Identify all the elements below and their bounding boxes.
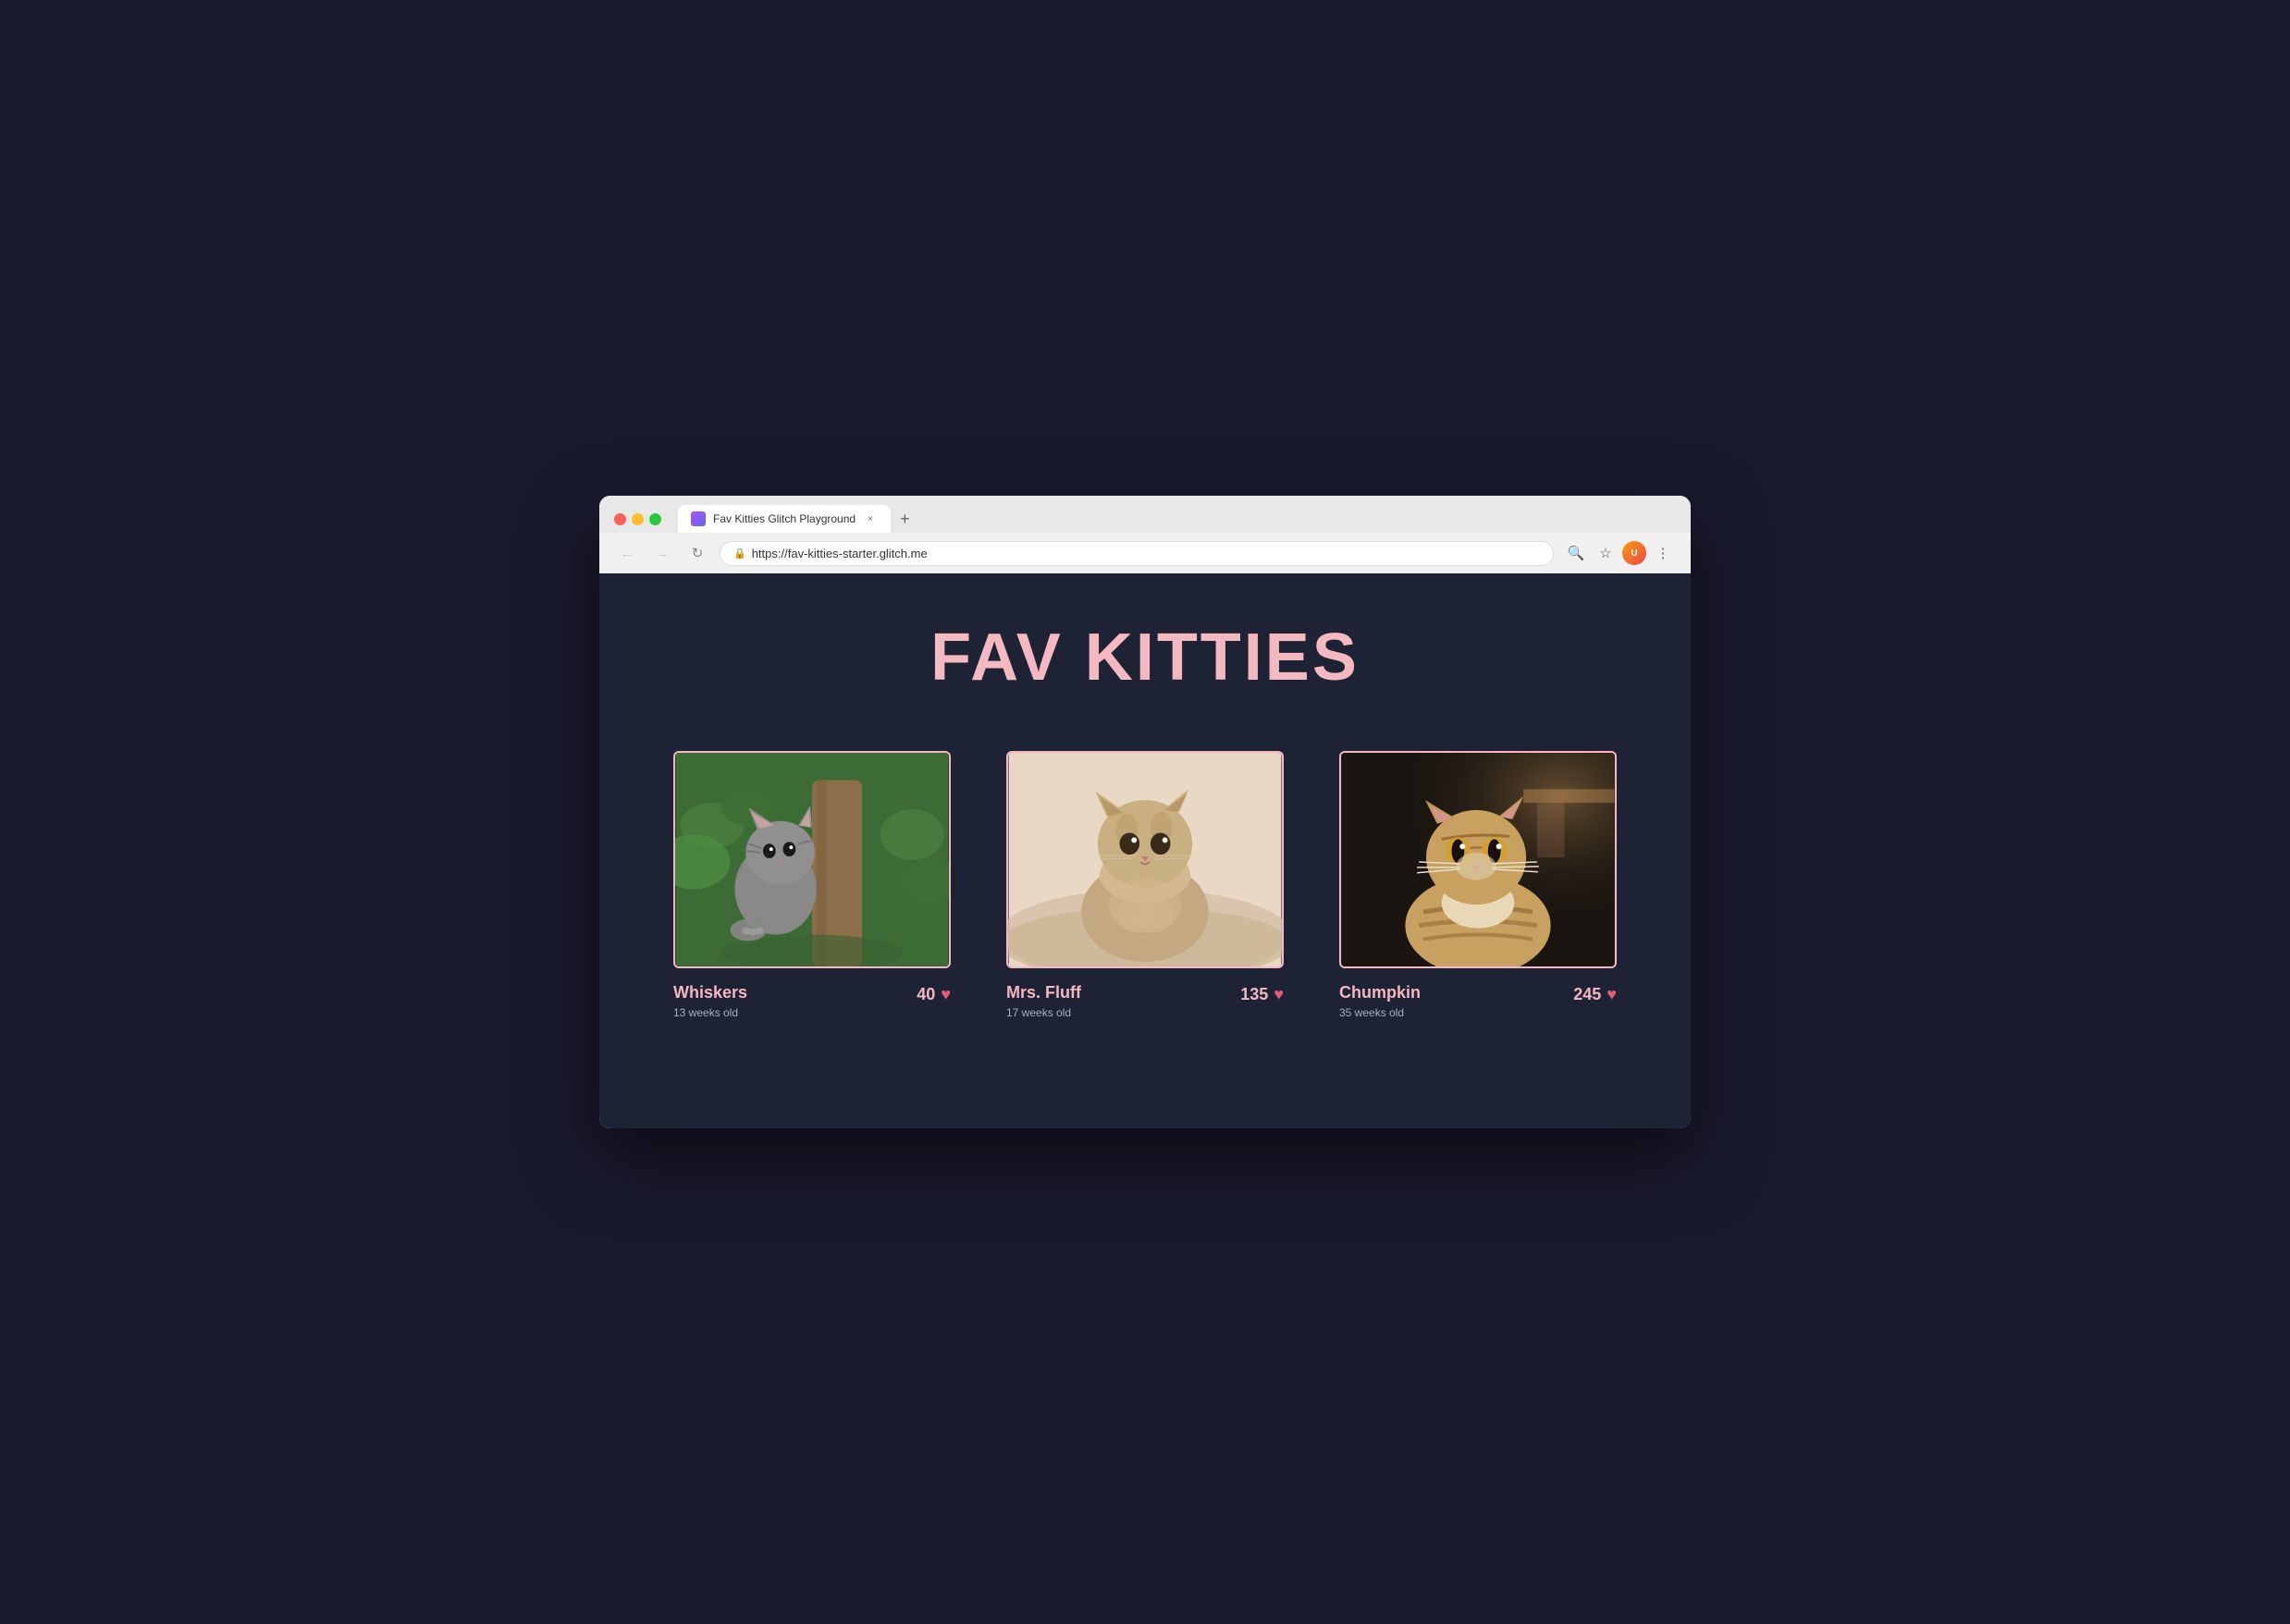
window-controls [614, 513, 661, 525]
cat-image-mrsfluff [1006, 751, 1284, 968]
search-button[interactable]: 🔍 [1563, 540, 1589, 566]
cat-name-age-whiskers: Whiskers 13 weeks old [673, 983, 747, 1019]
address-bar: ← → ↻ 🔒 https://fav-kitties-starter.glit… [599, 533, 1691, 573]
cat-name-chumpkin: Chumpkin [1339, 983, 1421, 1003]
tab-bar: Fav Kitties Glitch Playground × + [678, 505, 917, 533]
cat-card-chumpkin: Chumpkin 35 weeks old 245 ♥ [1339, 751, 1617, 1019]
title-bar: Fav Kitties Glitch Playground × + [599, 496, 1691, 533]
lock-icon: 🔒 [733, 547, 746, 560]
cat-vote-count-chumpkin: 245 [1573, 985, 1601, 1004]
tab-title: Fav Kitties Glitch Playground [713, 512, 856, 525]
search-icon: 🔍 [1568, 545, 1585, 561]
cats-grid: Whiskers 13 weeks old 40 ♥ [673, 751, 1617, 1019]
browser-window: Fav Kitties Glitch Playground × + ← → ↻ … [599, 496, 1691, 1128]
cat-votes-chumpkin[interactable]: 245 ♥ [1573, 983, 1617, 1004]
active-tab[interactable]: Fav Kitties Glitch Playground × [678, 505, 891, 533]
page-title: FAV KITTIES [930, 620, 1360, 695]
minimize-button[interactable] [632, 513, 644, 525]
tab-close-button[interactable]: × [863, 511, 878, 526]
heart-icon-whiskers: ♥ [941, 985, 951, 1004]
cat-name-mrsfluff: Mrs. Fluff [1006, 983, 1081, 1003]
cat-votes-mrsfluff[interactable]: 135 ♥ [1240, 983, 1284, 1004]
star-icon: ☆ [1599, 545, 1611, 561]
menu-button[interactable]: ⋮ [1650, 540, 1676, 566]
heart-icon-mrsfluff: ♥ [1274, 985, 1284, 1004]
cat-image-chumpkin [1339, 751, 1617, 968]
toolbar-right: 🔍 ☆ U ⋮ [1563, 540, 1676, 566]
close-button[interactable] [614, 513, 626, 525]
heart-icon-chumpkin: ♥ [1607, 985, 1617, 1004]
url-text: https://fav-kitties-starter.glitch.me [752, 547, 928, 560]
url-bar[interactable]: 🔒 https://fav-kitties-starter.glitch.me [720, 541, 1554, 566]
page-content: FAV KITTIES [599, 573, 1691, 1128]
cat-info-whiskers: Whiskers 13 weeks old 40 ♥ [673, 983, 951, 1019]
cat-name-age-mrsfluff: Mrs. Fluff 17 weeks old [1006, 983, 1081, 1019]
profile-avatar[interactable]: U [1622, 541, 1646, 565]
cat-name-whiskers: Whiskers [673, 983, 747, 1003]
cat-age-whiskers: 13 weeks old [673, 1006, 747, 1019]
menu-icon: ⋮ [1656, 545, 1670, 561]
cat-info-chumpkin: Chumpkin 35 weeks old 245 ♥ [1339, 983, 1617, 1019]
cat-age-chumpkin: 35 weeks old [1339, 1006, 1421, 1019]
new-tab-button[interactable]: + [893, 511, 917, 533]
cat-card-mrsfluff: Mrs. Fluff 17 weeks old 135 ♥ [1006, 751, 1284, 1019]
cat-vote-count-mrsfluff: 135 [1240, 985, 1268, 1004]
cat-image-whiskers [673, 751, 951, 968]
maximize-button[interactable] [649, 513, 661, 525]
cat-age-mrsfluff: 17 weeks old [1006, 1006, 1081, 1019]
reload-button[interactable]: ↻ [684, 540, 710, 566]
forward-button[interactable]: → [649, 540, 675, 566]
cat-info-mrsfluff: Mrs. Fluff 17 weeks old 135 ♥ [1006, 983, 1284, 1019]
cat-vote-count-whiskers: 40 [917, 985, 935, 1004]
browser-chrome: Fav Kitties Glitch Playground × + ← → ↻ … [599, 496, 1691, 573]
cat-card-whiskers: Whiskers 13 weeks old 40 ♥ [673, 751, 951, 1019]
cat-name-age-chumpkin: Chumpkin 35 weeks old [1339, 983, 1421, 1019]
bookmark-button[interactable]: ☆ [1593, 540, 1619, 566]
cat-votes-whiskers[interactable]: 40 ♥ [917, 983, 951, 1004]
tab-favicon [691, 511, 706, 526]
back-button[interactable]: ← [614, 540, 640, 566]
